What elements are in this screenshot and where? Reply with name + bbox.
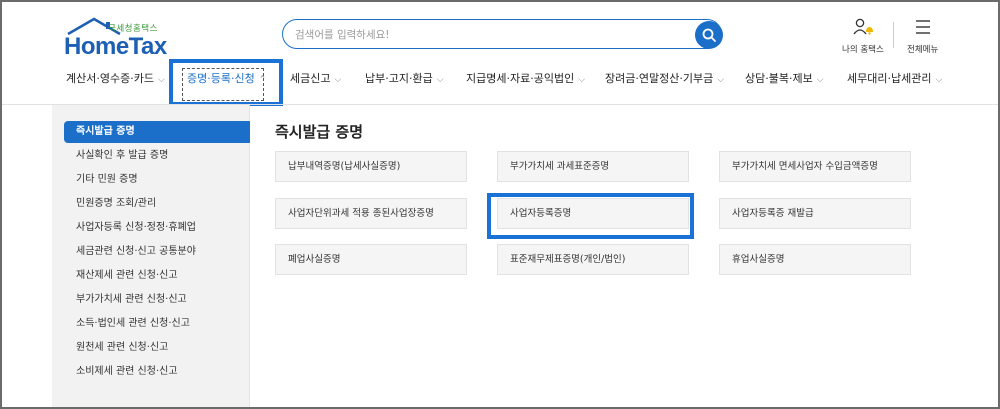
- chevron-down-icon: ⌵: [935, 75, 943, 85]
- chevron-down-icon: ⌵: [436, 75, 444, 85]
- card-closure-proof[interactable]: 폐업사실증명: [275, 244, 467, 275]
- sidebar-item-vat[interactable]: 부가가치세 관련 신청·신고: [64, 289, 250, 311]
- nav-label: 세금신고: [290, 72, 331, 85]
- hamburger-menu-icon: [915, 20, 930, 34]
- card-business-registration-reissue[interactable]: 사업자등록증 재발급: [719, 198, 911, 229]
- sidebar-item-income-corporate[interactable]: 소득·법인세 관련 신청·신고: [64, 313, 250, 335]
- sidebar-item-instant-certificate[interactable]: 즉시발급 증명: [64, 121, 250, 143]
- all-menu-label: 전체메뉴: [907, 45, 939, 55]
- page-title: 즉시발급 증명: [275, 123, 364, 141]
- hometax-logo[interactable]: 국세청홈택스 HomeTax: [62, 16, 172, 60]
- nav-label: 납부·고지·환급: [365, 72, 433, 85]
- nav-item-incentives[interactable]: 장려금·연말정산·기부금 ⌵: [605, 70, 724, 86]
- sidebar-item-other-civil[interactable]: 기타 민원 증명: [64, 169, 250, 191]
- sidebar-item-business-registration[interactable]: 사업자등록 신청·정정·휴폐업: [64, 217, 250, 239]
- nav-item-tax-agent[interactable]: 세무대리·납세관리 ⌵: [847, 70, 942, 86]
- card-financial-statement-proof[interactable]: 표준재무제표증명(개인/법인): [497, 244, 689, 275]
- sidebar-item-verified-certificate[interactable]: 사실확인 후 발급 증명: [64, 145, 250, 167]
- nav-item-invoices[interactable]: 계산서·영수증·카드 ⌵: [66, 70, 165, 86]
- card-vat-exempt-income[interactable]: 부가가치세 면세사업자 수입금액증명: [719, 151, 911, 182]
- chevron-down-icon: ⌵: [578, 75, 586, 85]
- card-subordinate-business[interactable]: 사업자단위과세 적용 종된사업장증명: [275, 198, 467, 229]
- sidebar-item-civil-lookup[interactable]: 민원증명 조회/관리: [64, 193, 250, 215]
- chevron-down-icon: ⌵: [717, 75, 725, 85]
- header: 국세청홈택스 HomeTax 검색어를 입력하세요! 나의 홈택스 전체메뉴 계…: [2, 2, 998, 106]
- card-vat-tax-base[interactable]: 부가가치세 과세표준증명: [497, 151, 689, 182]
- user-bell-icon: [853, 18, 873, 35]
- all-menu-button[interactable]: 전체메뉴: [907, 18, 938, 55]
- chevron-down-icon: ⌵: [334, 75, 342, 85]
- search-button[interactable]: [695, 21, 723, 49]
- sidebar-item-property-tax[interactable]: 재산제세 관련 신청·신고: [64, 265, 250, 287]
- search-icon: [702, 28, 716, 42]
- card-payment-proof[interactable]: 납부내역증명(납세사실증명): [275, 151, 467, 182]
- nav-item-statements[interactable]: 지급명세·자료·공익법인 ⌵: [466, 70, 585, 86]
- sidebar-item-withholding[interactable]: 원천세 관련 신청·신고: [64, 337, 250, 359]
- nav-label: 장려금·연말정산·기부금: [605, 72, 714, 85]
- nav-item-consulting[interactable]: 상담·불복·제보 ⌵: [745, 70, 824, 86]
- nav-label: 상담·불복·제보: [745, 72, 813, 85]
- chevron-down-icon: ⌵: [157, 75, 165, 85]
- chevron-down-icon: ⌵: [816, 75, 824, 85]
- card-highlight-box: [487, 193, 694, 239]
- my-hometax-label: 나의 홈택스: [842, 45, 884, 55]
- nav-item-tax-filing[interactable]: 세금신고 ⌵: [290, 70, 341, 86]
- app-frame: 국세청홈택스 HomeTax 검색어를 입력하세요! 나의 홈택스 전체메뉴 계…: [0, 0, 1000, 409]
- nav-label: 세무대리·납세관리: [847, 72, 932, 85]
- sidebar-item-consumption-tax[interactable]: 소비제세 관련 신청·신고: [64, 361, 250, 383]
- search-placeholder: 검색어를 입력하세요!: [295, 29, 390, 41]
- header-divider: [893, 22, 894, 48]
- card-suspension-proof[interactable]: 휴업사실증명: [719, 244, 911, 275]
- main-nav: 계산서·영수증·카드 ⌵ 증명·등록·신청 ⌃ 세금신고 ⌵ 납부·고지·환급 ⌵ 지급…: [2, 64, 998, 94]
- my-hometax-button[interactable]: 나의 홈택스: [842, 18, 884, 55]
- logo-title: HomeTax: [64, 33, 167, 60]
- search-input[interactable]: 검색어를 입력하세요!: [282, 19, 722, 49]
- nav-label: 지급명세·자료·공익법인: [466, 72, 575, 85]
- nav-highlight-box: [169, 59, 283, 106]
- sidebar: 즉시발급 증명 사실확인 후 발급 증명 기타 민원 증명 민원증명 조회/관리…: [52, 105, 250, 407]
- sidebar-item-tax-common[interactable]: 세금관련 신청·신고 공통분야: [64, 241, 250, 263]
- nav-item-payment[interactable]: 납부·고지·환급 ⌵: [365, 70, 444, 86]
- nav-label: 계산서·영수증·카드: [66, 72, 154, 85]
